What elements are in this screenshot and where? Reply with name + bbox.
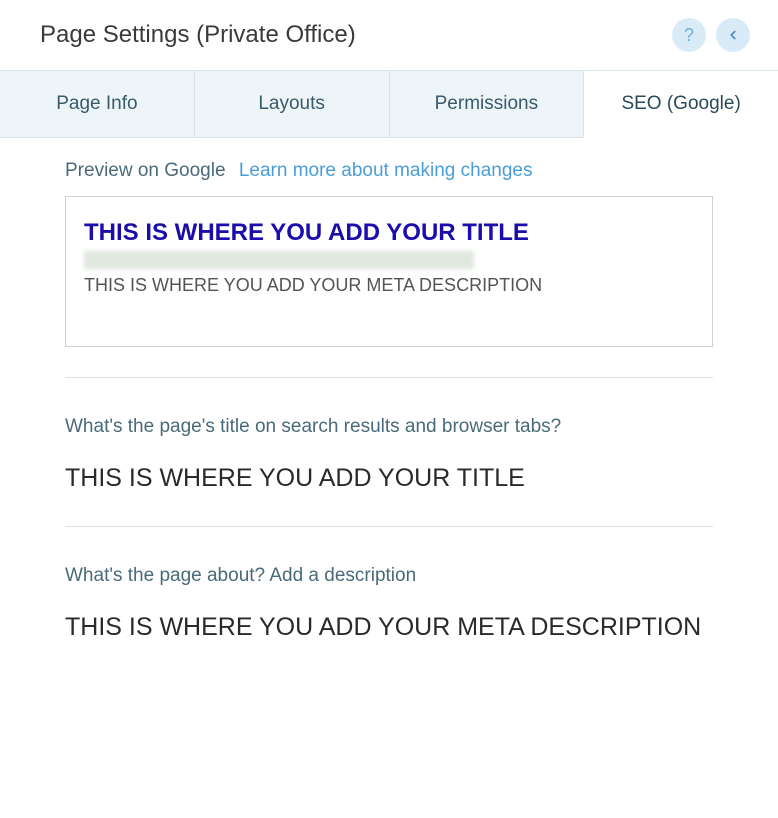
help-button[interactable]: ? [672, 18, 706, 52]
header-buttons: ? [672, 18, 750, 52]
dialog-header: Page Settings (Private Office) ? [0, 0, 778, 70]
tab-layouts[interactable]: Layouts [195, 71, 390, 138]
google-preview-box: THIS IS WHERE YOU ADD YOUR TITLE THIS IS… [65, 196, 713, 347]
preview-title: THIS IS WHERE YOU ADD YOUR TITLE [84, 219, 694, 247]
chevron-left-icon [726, 28, 740, 42]
tab-seo[interactable]: SEO (Google) [584, 71, 778, 138]
tabs-container: Page Info Layouts Permissions SEO (Googl… [0, 70, 778, 138]
description-field-section: What's the page about? Add a description… [65, 527, 713, 675]
content-area: Preview on Google Learn more about makin… [0, 138, 778, 695]
title-field-section: What's the page's title on search result… [65, 378, 713, 526]
back-button[interactable] [716, 18, 750, 52]
dialog-title: Page Settings (Private Office) [40, 21, 356, 49]
description-field-label: What's the page about? Add a description [65, 565, 713, 587]
tab-permissions[interactable]: Permissions [390, 71, 585, 138]
preview-label: Preview on Google [65, 160, 226, 181]
preview-description: THIS IS WHERE YOU ADD YOUR META DESCRIPT… [84, 275, 694, 296]
preview-header-row: Preview on Google Learn more about makin… [65, 160, 713, 182]
title-field-label: What's the page's title on search result… [65, 416, 713, 438]
tab-page-info[interactable]: Page Info [0, 71, 195, 138]
preview-url-blurred [84, 251, 474, 269]
description-field-input[interactable]: THIS IS WHERE YOU ADD YOUR META DESCRIPT… [65, 611, 713, 645]
help-icon: ? [684, 25, 694, 46]
learn-more-link[interactable]: Learn more about making changes [239, 160, 533, 181]
title-field-input[interactable]: THIS IS WHERE YOU ADD YOUR TITLE [65, 462, 713, 496]
